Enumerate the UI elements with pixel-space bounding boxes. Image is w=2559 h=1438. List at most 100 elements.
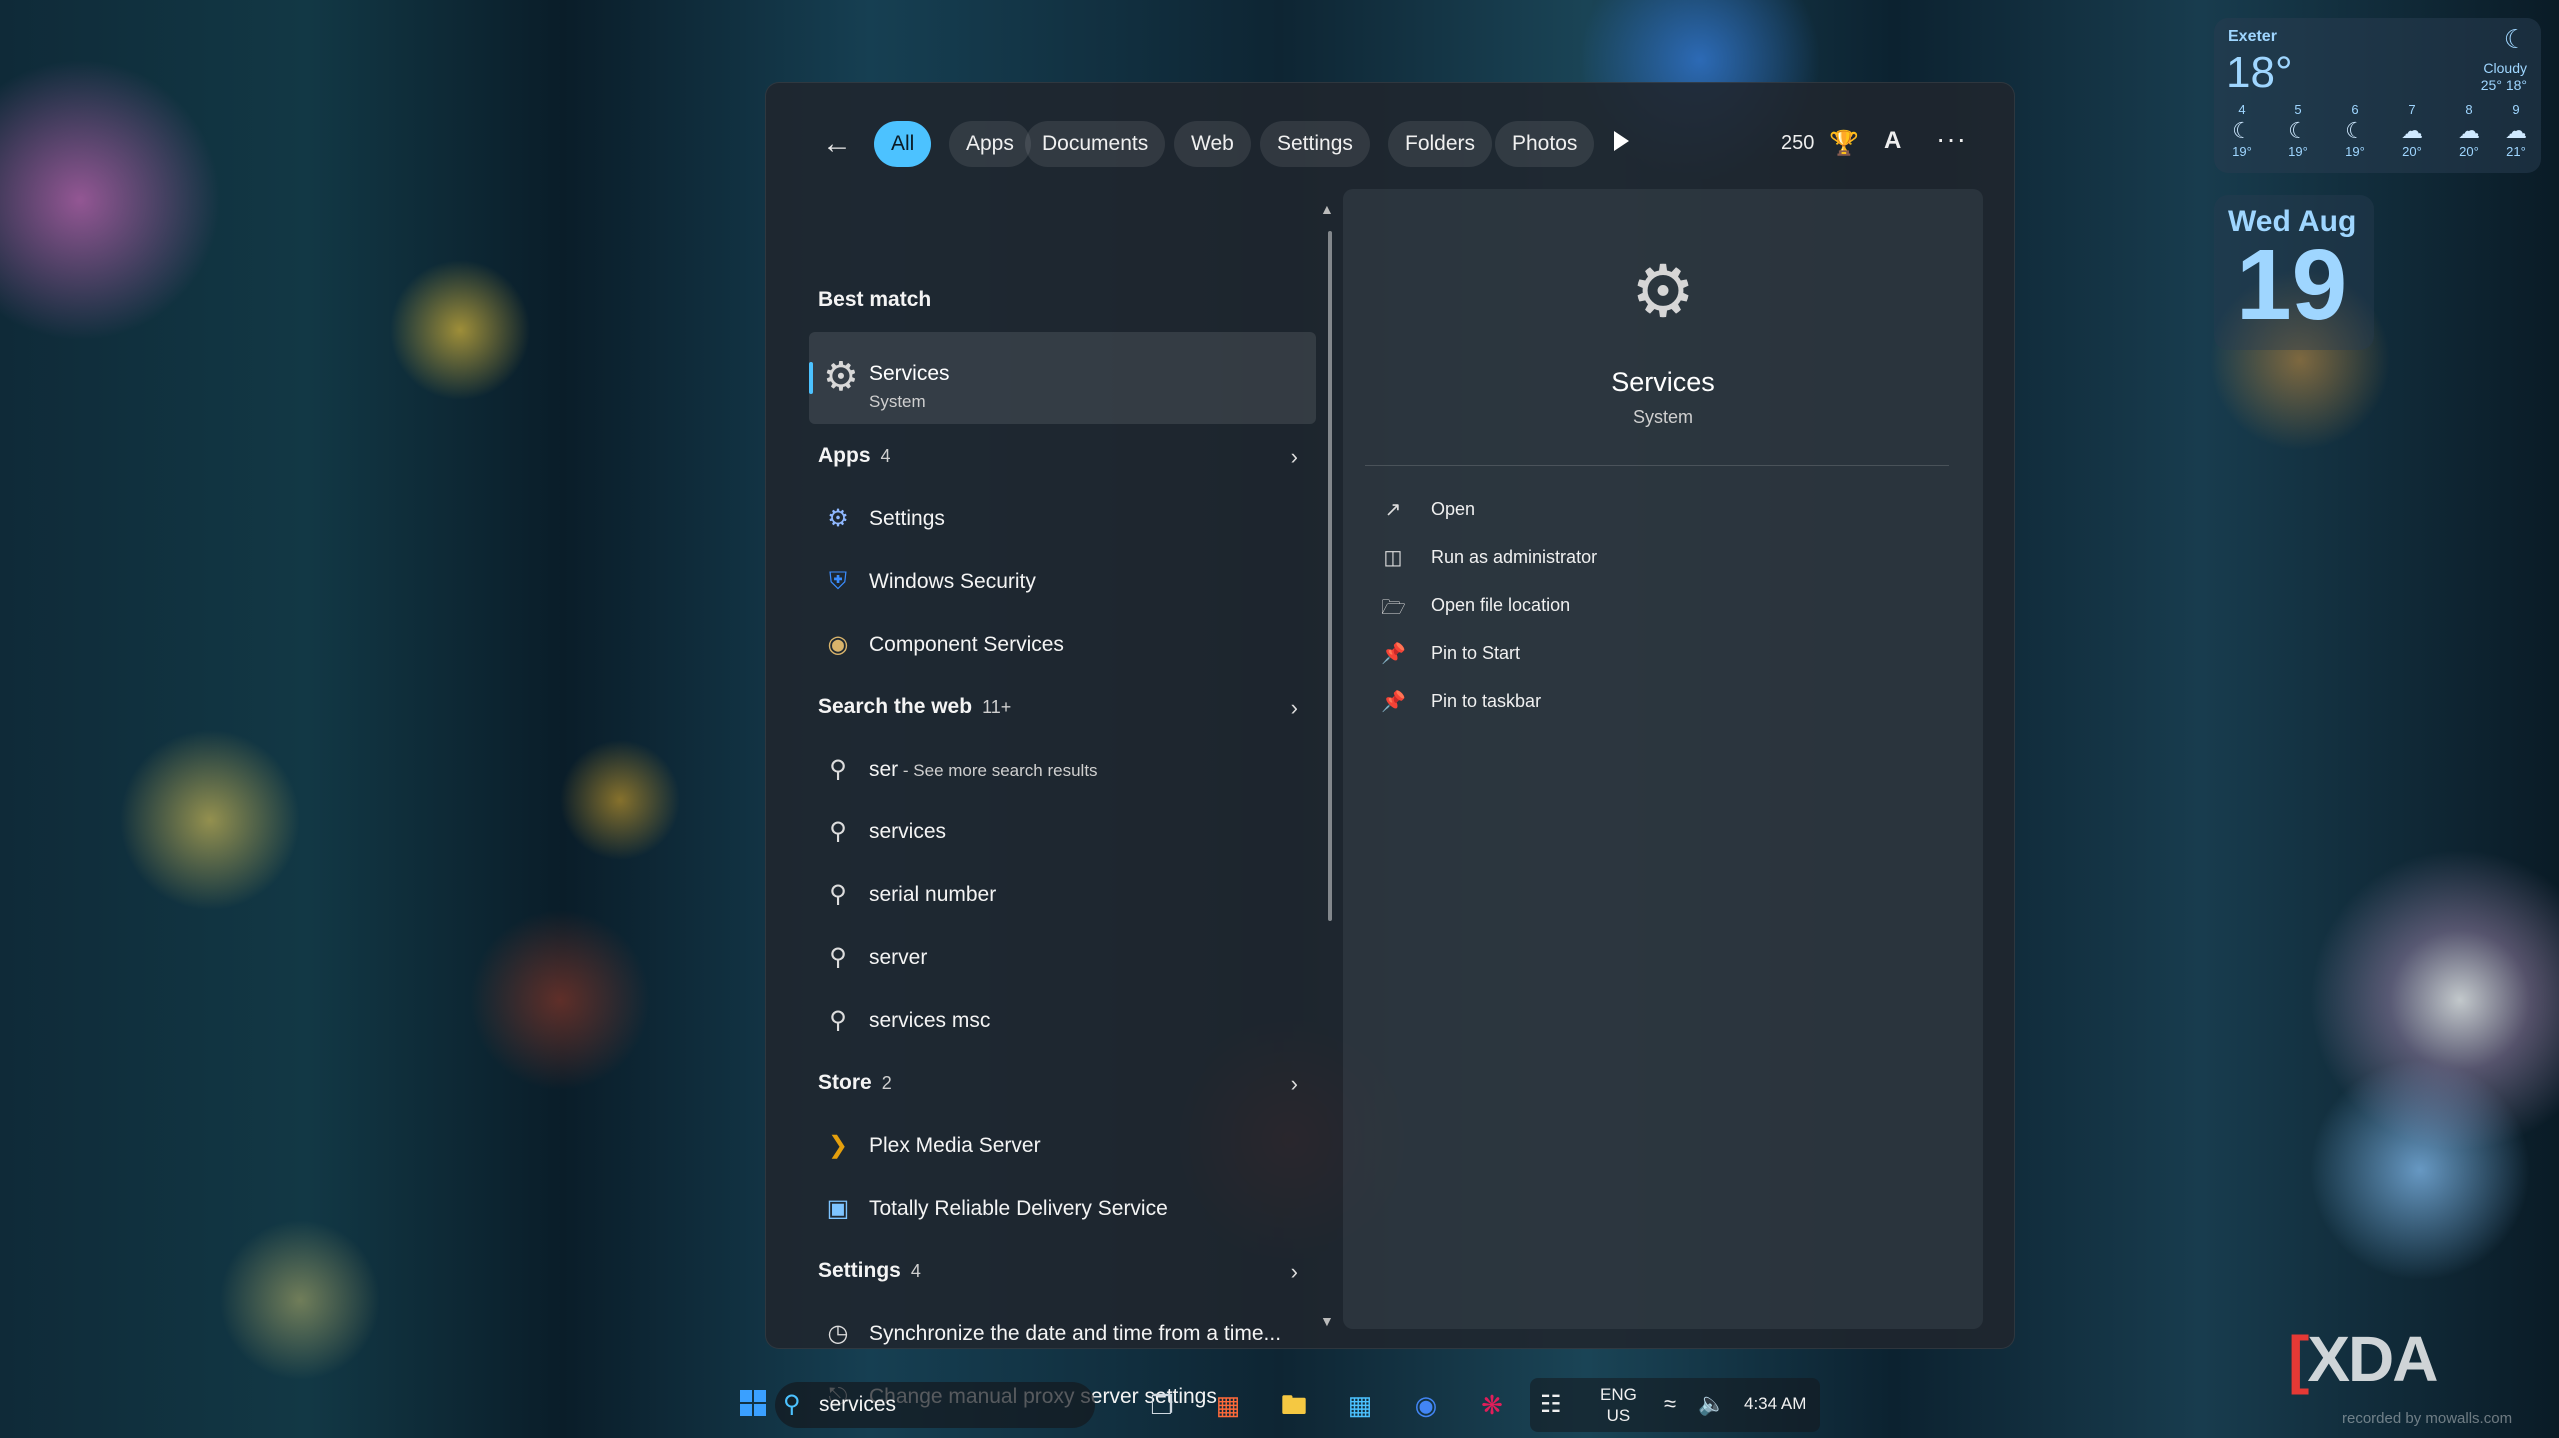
store-count: 2 <box>881 1073 892 1093</box>
weather-widget[interactable]: Exeter 18° ☾ Cloudy 25° 18° 4 ☾ 19° 5 ☾ 19° 6… <box>2214 18 2541 173</box>
forecast-temp: 21° <box>2506 144 2526 159</box>
chevron-right-icon[interactable]: › <box>1291 444 1298 470</box>
scroll-up-arrow[interactable]: ▲ <box>1320 201 1334 217</box>
wifi-icon[interactable]: ≈ <box>1664 1391 1676 1417</box>
file-explorer-icon[interactable]: 🖿 <box>1275 1386 1313 1424</box>
open-action[interactable]: ↗ Open <box>1381 491 1781 531</box>
chevron-right-icon[interactable]: › <box>1291 1259 1298 1285</box>
condition-text: Cloudy <box>2483 60 2527 76</box>
scrollbar-thumb[interactable] <box>1328 231 1332 921</box>
settings-gear-icon: ⚙ <box>827 505 849 532</box>
slack-icon[interactable]: ❋ <box>1473 1386 1511 1424</box>
list-item[interactable]: ▣ Totally Reliable Delivery Service <box>806 1181 1316 1237</box>
setting-item-label: Synchronize the date and time from a tim… <box>869 1322 1282 1345</box>
forecast-temp: 19° <box>2232 144 2252 159</box>
forecast-temp: 20° <box>2402 144 2422 159</box>
web-query-text: services <box>869 820 947 843</box>
cloud-icon: ☁ <box>2458 118 2480 143</box>
xda-watermark: [XDA <box>2288 1322 2438 1396</box>
lang-text: ENG <box>1600 1385 1637 1404</box>
web-query-text: serial number <box>869 883 997 906</box>
qr-code-icon[interactable]: ☷ <box>1540 1390 1562 1419</box>
store-section-header[interactable]: Store 2 › <box>806 1055 1316 1111</box>
apps-count: 4 <box>880 446 891 466</box>
moon-icon: ☾ <box>2503 24 2527 54</box>
search-icon: ⚲ <box>829 818 847 845</box>
region-text: US <box>1606 1406 1631 1425</box>
store-header-label: Store 2 <box>818 1071 892 1095</box>
chevron-right-icon[interactable]: › <box>1291 695 1298 721</box>
tab-photos[interactable]: Photos <box>1495 121 1595 167</box>
web-query-text: server <box>869 946 928 969</box>
taskbar-search[interactable]: ⚲ <box>775 1382 1095 1428</box>
account-avatar[interactable]: A <box>1884 127 1901 155</box>
clock[interactable]: 4:34 AM <box>1744 1394 1806 1414</box>
date-widget[interactable]: Wed Aug 19 <box>2214 195 2374 350</box>
run-as-admin-action[interactable]: ◫ Run as administrator <box>1381 539 1781 579</box>
list-item[interactable]: ◉ Component Services <box>806 617 1316 673</box>
more-filters-play-icon[interactable] <box>1614 131 1629 151</box>
tab-settings[interactable]: Settings <box>1260 121 1370 167</box>
day-number: 19 <box>2236 229 2348 341</box>
scroll-down-arrow[interactable]: ▼ <box>1320 1313 1334 1329</box>
microsoft-store-icon[interactable]: ▦ <box>1341 1386 1379 1424</box>
forecast-time: 7 <box>2408 102 2416 117</box>
trophy-icon[interactable]: 🏆 <box>1829 129 1859 158</box>
list-item[interactable]: ⚲ serial number <box>806 867 1316 923</box>
settings-header-label: Settings 4 <box>818 1259 921 1283</box>
store-item-label: Totally Reliable Delivery Service <box>869 1197 1168 1220</box>
language-indicator[interactable]: ENG US <box>1600 1384 1637 1426</box>
tab-folders[interactable]: Folders <box>1388 121 1493 167</box>
apps-section-header[interactable]: Apps 4 › <box>806 428 1316 484</box>
forecast-temp: 19° <box>2345 144 2365 159</box>
tab-documents[interactable]: Documents <box>1025 121 1166 167</box>
chrome-icon[interactable]: ◉ <box>1407 1386 1445 1424</box>
component-services-icon: ◉ <box>827 631 849 658</box>
chevron-right-icon[interactable]: › <box>1291 1071 1298 1097</box>
folder-icon: 🗁 <box>1381 597 1406 619</box>
list-item[interactable]: ⚲ server <box>806 930 1316 986</box>
back-arrow-icon[interactable]: ← <box>819 127 855 163</box>
pin-icon: 📌 <box>1381 643 1406 665</box>
tab-apps[interactable]: Apps <box>949 121 1031 167</box>
rewards-points[interactable]: 250 <box>1781 132 1814 155</box>
tab-all[interactable]: All <box>874 121 932 167</box>
task-view-icon[interactable]: ❐ <box>1143 1386 1181 1424</box>
forecast-time: 5 <box>2294 102 2302 117</box>
list-item[interactable]: ❯ Plex Media Server <box>806 1118 1316 1174</box>
list-item[interactable]: ⚲ services <box>806 804 1316 860</box>
web-query-label: ser - See more search results <box>869 758 1098 782</box>
app-icon[interactable]: ▦ <box>1209 1386 1247 1424</box>
taskbar: ⚲ ❐ ▦ 🖿 ▦ ◉ ❋ ☷ ENG US ≈ 🔈 4:34 AM <box>0 1372 2559 1438</box>
detail-subtitle: System <box>1632 407 1693 427</box>
list-item[interactable]: ⚲ services msc <box>806 993 1316 1049</box>
action-label: Pin to Start <box>1431 643 1521 663</box>
best-match-item[interactable]: ⚙ Services System <box>809 332 1316 424</box>
list-item[interactable]: ⚲ ser - See more search results <box>806 742 1316 798</box>
xda-logo-mark: [ <box>2288 1323 2309 1395</box>
hi-lo-text: 25° 18° <box>2480 77 2527 93</box>
admin-shield-icon: ◫ <box>1383 547 1403 569</box>
app-label: Settings <box>869 507 945 530</box>
settings-section-header[interactable]: Settings 4 › <box>806 1243 1316 1299</box>
pin-to-start-action[interactable]: 📌 Pin to Start <box>1381 635 1781 675</box>
forecast-hour: 9 ☁ 21° <box>2496 102 2536 160</box>
cloud-icon: ☁ <box>2401 118 2423 143</box>
windows-start-icon[interactable] <box>740 1390 766 1416</box>
more-options-icon[interactable]: ··· <box>1936 123 1967 155</box>
forecast-time: 8 <box>2465 102 2473 117</box>
web-section-header[interactable]: Search the web 11+ › <box>806 679 1316 735</box>
pin-to-taskbar-action[interactable]: 📌 Pin to taskbar <box>1381 683 1781 723</box>
results-list: Best match ⚙ Services System Apps 4 › ⚙ S… <box>806 193 1326 1410</box>
action-label: Pin to taskbar <box>1431 691 1542 711</box>
list-item[interactable]: ◷ Synchronize the date and time from a t… <box>806 1306 1316 1362</box>
volume-icon[interactable]: 🔈 <box>1698 1391 1725 1417</box>
open-file-location-action[interactable]: 🗁 Open file location <box>1381 587 1781 627</box>
store-header-text: Store <box>818 1071 872 1094</box>
tab-web[interactable]: Web <box>1174 121 1251 167</box>
list-item[interactable]: ⛨ Windows Security <box>806 554 1316 610</box>
list-item[interactable]: ⚙ Settings <box>806 491 1316 547</box>
search-input[interactable] <box>819 1390 1079 1420</box>
moon-icon: ☾ <box>2288 118 2308 143</box>
web-count: 11+ <box>982 697 1012 717</box>
